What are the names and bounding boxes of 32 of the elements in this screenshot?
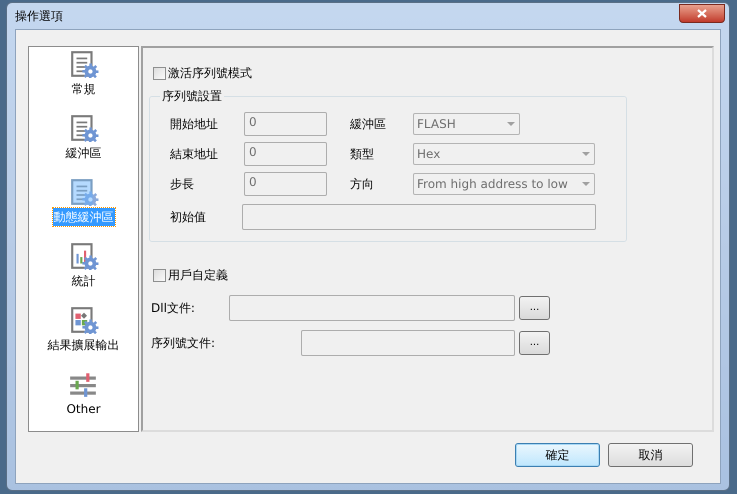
field-label: 緩沖區 <box>350 116 387 133</box>
document-gear-icon <box>68 114 98 142</box>
field-label: 類型 <box>350 146 375 163</box>
window-title: 操作選項 <box>15 8 63 25</box>
checkbox[interactable] <box>153 268 166 282</box>
dialog-button[interactable]: 確定 <box>515 443 600 467</box>
field-label: 開始地址 <box>170 116 219 133</box>
field-label: 初始值 <box>170 209 207 226</box>
checkbox[interactable] <box>153 66 166 80</box>
checkbox-label: 用戶自定義 <box>168 267 228 284</box>
field-label: 方向 <box>350 176 375 193</box>
blocks-gear-icon <box>68 306 98 334</box>
field-label: 結束地址 <box>170 146 219 163</box>
field-label: 步長 <box>170 176 195 193</box>
document-gear-icon <box>68 50 98 78</box>
bar-chart-gear-icon <box>68 242 98 270</box>
close-button[interactable] <box>679 4 725 22</box>
field-label: Dll文件: <box>151 300 196 317</box>
sidebar-item[interactable]: 緩沖區 <box>64 144 102 162</box>
document-gear-icon <box>68 178 98 206</box>
dialog-button[interactable]: 取消 <box>608 443 693 467</box>
caret-icon <box>582 152 590 156</box>
close-icon <box>697 8 707 18</box>
field-label: 序列號文件: <box>151 335 216 352</box>
sidebar-item[interactable]: Other <box>65 400 102 418</box>
caret-icon <box>582 182 590 186</box>
group-title: 序列號設置 <box>160 88 224 104</box>
sidebar-item[interactable]: 常規 <box>70 80 96 98</box>
sidebar-item[interactable]: 統計 <box>70 272 96 290</box>
checkbox-label: 激活序列號模式 <box>168 65 252 82</box>
caret-icon <box>507 122 515 126</box>
sidebar-item[interactable]: 結果擴展輸出 <box>46 336 120 354</box>
